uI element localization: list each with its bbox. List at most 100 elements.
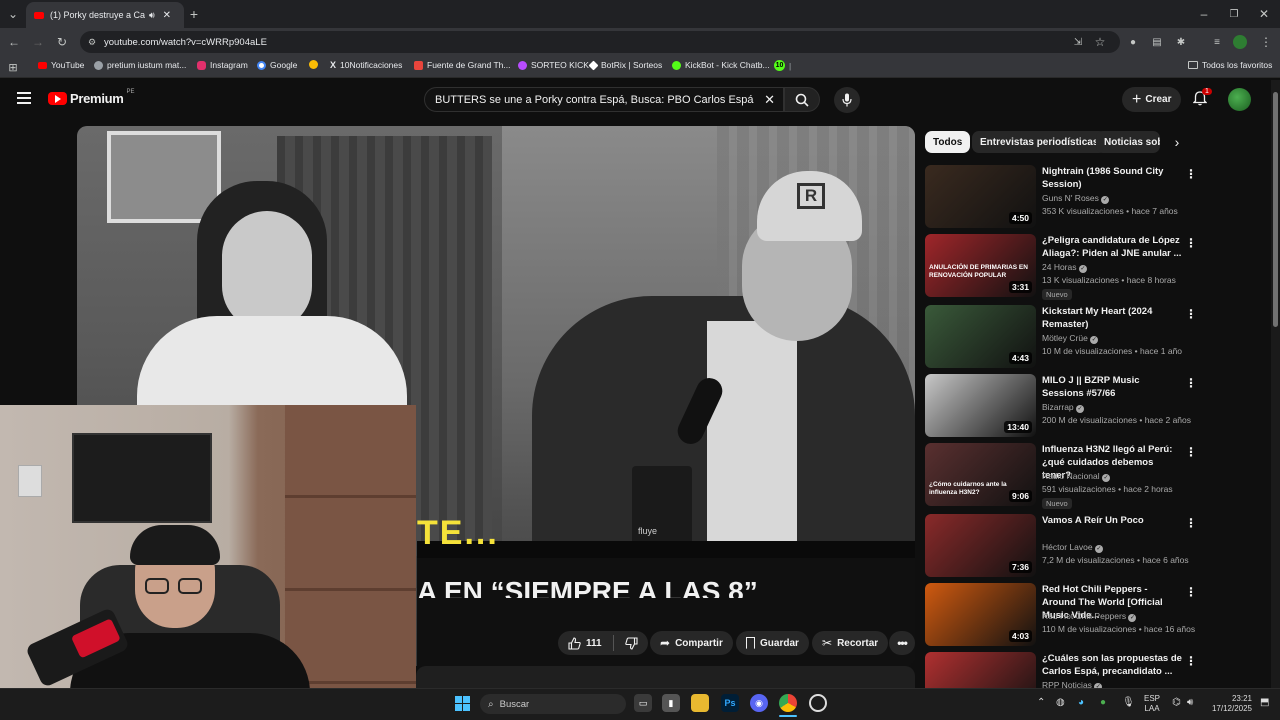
video-thumbnail[interactable]: 13:40: [925, 374, 1036, 437]
search-input[interactable]: BUTTERS se une a Porky contra Espá, Busc…: [424, 87, 784, 112]
more-options-icon[interactable]: ⋮: [1185, 654, 1197, 668]
tray-security-icon[interactable]: ●: [1100, 697, 1106, 708]
share-button[interactable]: ➦ Compartir: [650, 631, 733, 655]
extensions-puzzle-icon[interactable]: ✱: [1173, 34, 1189, 50]
bookmark-pretium[interactable]: pretium iustum mat...: [94, 60, 186, 70]
channel-name[interactable]: Bizarrap ✓: [1042, 402, 1085, 413]
video-thumbnail[interactable]: 7:36: [925, 514, 1036, 577]
channel-name[interactable]: Héctor Lavoe ✓: [1042, 542, 1103, 553]
search-button[interactable]: [784, 87, 820, 112]
video-title[interactable]: Nightrain (1986 Sound City Session): [1042, 165, 1182, 191]
recommended-video[interactable]: ¿Cómo cuidarnos ante la influenza H3N2? 9…: [925, 443, 1270, 509]
tab-search-icon[interactable]: ⌄: [5, 6, 21, 22]
tray-mic-icon[interactable]: 🎙︎: [1122, 697, 1135, 708]
audio-playing-icon[interactable]: 🔊︎: [149, 10, 155, 21]
page-scrollbar[interactable]: [1271, 80, 1280, 688]
channel-name[interactable]: Mötley Crüe ✓: [1042, 333, 1099, 344]
more-options-icon[interactable]: ⋮: [1185, 376, 1197, 390]
video-thumbnail[interactable]: 4:50: [925, 165, 1036, 228]
video-thumbnail[interactable]: 4:03: [925, 583, 1036, 646]
save-button[interactable]: Guardar: [736, 631, 809, 655]
description-box[interactable]: [416, 666, 915, 688]
bookmark-pinwheel[interactable]: [309, 60, 318, 69]
back-icon[interactable]: ←: [6, 34, 22, 50]
bookmark-botrix[interactable]: BotRix | Sorteos: [588, 60, 662, 70]
thumbs-down-icon[interactable]: [624, 636, 638, 650]
bookmark-instagram[interactable]: Instagram: [197, 60, 248, 70]
hamburger-menu-icon[interactable]: [17, 92, 31, 104]
video-title[interactable]: MILO J || BZRP Music Sessions #57/66: [1042, 374, 1182, 400]
clear-search-icon[interactable]: ✕: [764, 92, 775, 108]
volume-icon[interactable]: 🔊︎: [1187, 697, 1193, 708]
channel-name[interactable]: 24 Horas ✓: [1042, 262, 1087, 273]
channel-name[interactable]: Guns N' Roses ✓: [1042, 193, 1110, 204]
clock[interactable]: 23:21 17/12/2025: [1207, 694, 1252, 714]
video-title[interactable]: Vamos A Reír Un Poco: [1042, 514, 1182, 527]
more-options-icon[interactable]: ⋮: [1185, 445, 1197, 459]
profile-avatar[interactable]: [1233, 35, 1247, 49]
bookmark-youtube[interactable]: YouTube: [38, 60, 84, 70]
windows-start-icon[interactable]: [455, 696, 470, 711]
forward-icon[interactable]: →: [30, 34, 46, 50]
bookmark-10[interactable]: 10 |: [774, 60, 791, 71]
more-actions-button[interactable]: •••: [889, 631, 915, 655]
voice-search-button[interactable]: [834, 87, 860, 113]
extension-icon[interactable]: ●: [1125, 34, 1141, 50]
address-bar[interactable]: ⚙ youtube.com/watch?v=cWRRp904aLE: [80, 31, 1120, 53]
more-options-icon[interactable]: ⋮: [1185, 307, 1197, 321]
media-control-icon[interactable]: ≡: [1209, 34, 1225, 50]
apps-grid-icon[interactable]: ⊞: [5, 59, 21, 75]
photoshop-icon[interactable]: Ps: [721, 694, 739, 712]
channel-name[interactable]: Red Hot Chili Peppers ✓: [1042, 611, 1137, 622]
more-options-icon[interactable]: ⋮: [1185, 516, 1197, 530]
user-avatar[interactable]: [1228, 88, 1251, 111]
app-icon[interactable]: ▮: [662, 694, 680, 712]
bookmark-kickbot[interactable]: KickBot - Kick Chatb...: [672, 60, 770, 70]
chip-entrevistas[interactable]: Entrevistas periodísticas: [972, 131, 1107, 153]
recommended-video[interactable]: ANULACIÓN DE PRIMARIAS EN RENOVACIÓN POP…: [925, 234, 1270, 300]
chips-next-icon[interactable]: ›: [1169, 134, 1185, 150]
chip-todos[interactable]: Todos: [925, 131, 971, 153]
chrome-icon[interactable]: [779, 694, 797, 712]
channel-name[interactable]: Radio Nacional ✓: [1042, 471, 1111, 482]
taskbar-search[interactable]: ⌕ Buscar: [480, 694, 626, 714]
wifi-icon[interactable]: ⌬: [1172, 697, 1181, 708]
video-thumbnail[interactable]: 4:43: [925, 305, 1036, 368]
menu-kebab-icon[interactable]: ⋮: [1258, 34, 1274, 50]
task-view-icon[interactable]: ▭: [634, 694, 652, 712]
recommended-video[interactable]: 13:40 MILO J || BZRP Music Sessions #57/6…: [925, 374, 1270, 438]
bookmark-google[interactable]: Google: [257, 60, 297, 70]
video-title[interactable]: ¿Peligra candidatura de López Aliaga?: P…: [1042, 234, 1182, 260]
youtube-premium-logo[interactable]: Premium PE: [48, 89, 135, 106]
clip-button[interactable]: ✂ Recortar: [812, 631, 889, 655]
more-options-icon[interactable]: ⋮: [1185, 236, 1197, 250]
obs-icon[interactable]: [809, 694, 827, 712]
close-window-icon[interactable]: ✕: [1256, 6, 1272, 22]
recommended-video[interactable]: 4:43 Kickstart My Heart (2024 Remaster) Mö…: [925, 305, 1270, 369]
bookmark-sorteo-kick[interactable]: SORTEO KICK: [518, 60, 589, 70]
chip-noticias[interactable]: Noticias sob: [1096, 131, 1160, 153]
recommended-video[interactable]: 4:50 Nightrain (1986 Sound City Session) G…: [925, 165, 1270, 229]
restore-icon[interactable]: ❐: [1226, 6, 1242, 22]
video-thumbnail[interactable]: ANULACIÓN DE PRIMARIAS EN RENOVACIÓN POP…: [925, 234, 1036, 297]
site-info-icon[interactable]: ⚙: [88, 37, 96, 48]
tab-close-icon[interactable]: ✕: [163, 10, 171, 21]
new-tab-icon[interactable]: +: [186, 6, 202, 22]
tray-network-icon[interactable]: ◕: [1078, 697, 1084, 708]
video-title[interactable]: ¿Cuáles son las propuestas de Carlos Esp…: [1042, 652, 1182, 678]
create-button[interactable]: + Crear: [1122, 87, 1182, 112]
recommended-video[interactable]: 7:36 Vamos A Reír Un Poco Héctor Lavoe ✓ 7,…: [925, 514, 1270, 578]
language-indicator[interactable]: ESP LAA: [1144, 694, 1160, 714]
video-title[interactable]: Kickstart My Heart (2024 Remaster): [1042, 305, 1182, 331]
tray-app-icon[interactable]: ◍: [1056, 697, 1065, 708]
browser-tab-active[interactable]: (1) Porky destruye a Carlos 🔊︎ ✕: [26, 2, 184, 28]
install-app-icon[interactable]: ⇲: [1070, 34, 1086, 50]
tray-chevron-icon[interactable]: ⌃: [1037, 697, 1045, 708]
notification-center-icon[interactable]: ⬒: [1260, 697, 1269, 708]
bookmark-grand-theft[interactable]: Fuente de Grand Th...: [414, 60, 510, 70]
extension2-icon[interactable]: ▤: [1149, 34, 1165, 50]
discord-icon[interactable]: ◉: [750, 694, 768, 712]
recommended-video[interactable]: 4:03 Red Hot Chili Peppers - Around The W…: [925, 583, 1270, 647]
minimize-icon[interactable]: –: [1196, 6, 1212, 22]
more-options-icon[interactable]: ⋮: [1185, 167, 1197, 181]
